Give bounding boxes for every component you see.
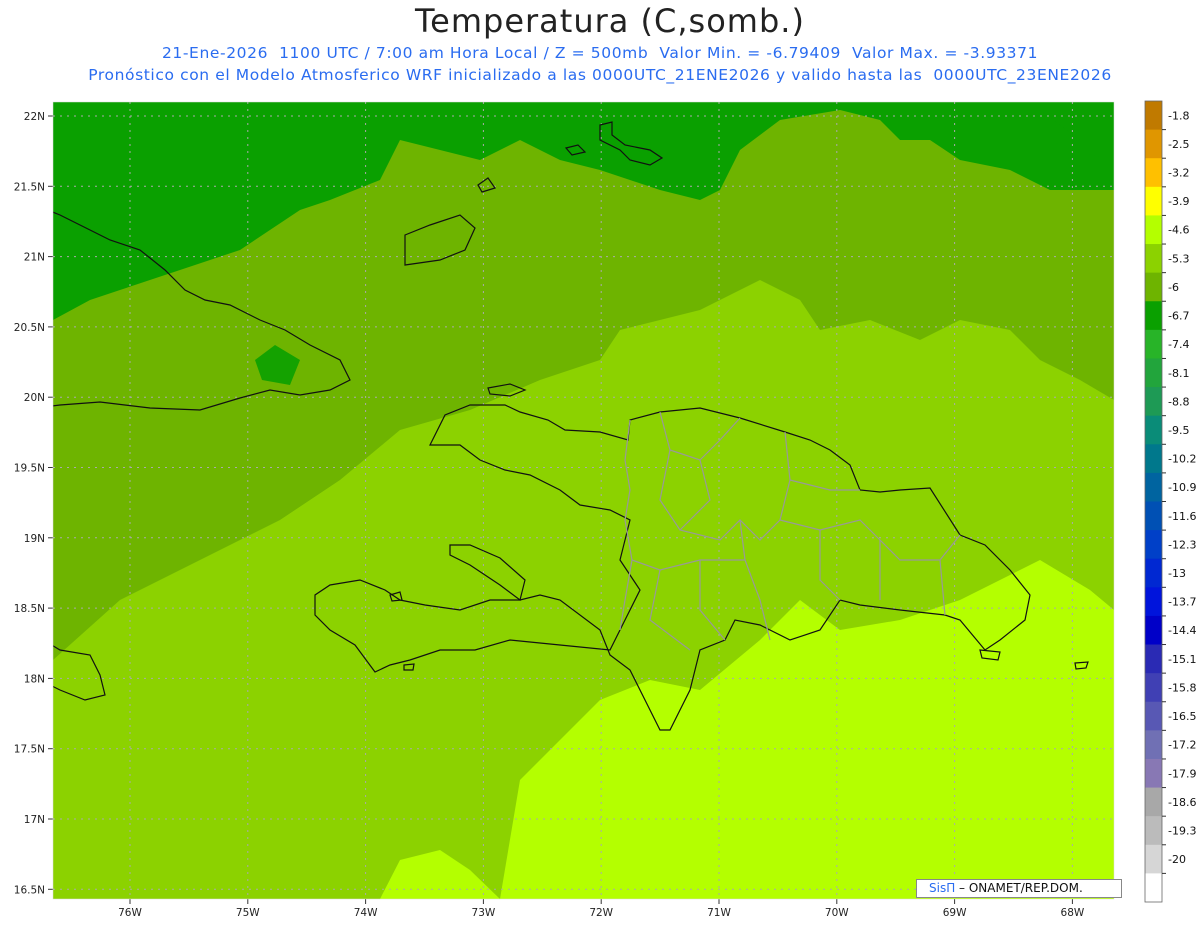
colorbar-segment (1145, 730, 1162, 760)
colorbar-segment (1145, 415, 1162, 445)
colorbar-label: -6 (1168, 281, 1179, 294)
colorbar-label: -15.8 (1168, 681, 1196, 694)
lon-label: 73W (472, 907, 496, 919)
lon-label: 69W (943, 907, 967, 919)
colorbar-label: -12.3 (1168, 538, 1196, 551)
colorbar-segment (1145, 129, 1162, 159)
longitude-labels: 76W 75W 74W 73W 72W 71W 70W 69W 68W (118, 899, 1085, 919)
colorbar-segment (1145, 501, 1162, 531)
colorbar-segment (1145, 787, 1162, 817)
colorbar-label: -14.4 (1168, 624, 1196, 637)
colorbar-segment (1145, 272, 1162, 302)
colorbar-segment (1145, 673, 1162, 703)
colorbar-label: -18.6 (1168, 796, 1196, 809)
colorbar-segment (1145, 558, 1162, 588)
lat-label: 19.5N (14, 463, 45, 475)
colorbar-segment (1145, 615, 1162, 646)
credit-text: – ONAMET/REP.DOM. (955, 881, 1083, 895)
colorbar-label: -16.5 (1168, 710, 1196, 723)
colorbar-label: -10.2 (1168, 453, 1196, 466)
lat-label: 18.5N (14, 603, 45, 615)
colorbar-label: -13 (1168, 567, 1186, 580)
lat-label: 16.5N (14, 884, 45, 896)
map-figure: 22N 21.5N 21N 20.5N 20N 19.5N 19N 18.5N 18N 17.5N… (14, 100, 1196, 919)
sispi-logo: SisΠ (929, 881, 956, 895)
colorbar-segment (1145, 873, 1162, 903)
colorbar-segment (1145, 644, 1162, 674)
colorbar-label: -17.2 (1168, 739, 1196, 752)
lat-label: 20N (24, 392, 45, 404)
colorbar-label: -3.9 (1168, 195, 1189, 208)
colorbar-label: -20 (1168, 853, 1186, 866)
lat-label: 17.5N (14, 744, 45, 756)
lon-label: 72W (589, 907, 613, 919)
colorbar-label: -15.1 (1168, 653, 1196, 666)
lat-label: 20.5N (14, 322, 45, 334)
colorbar: -1.8 -2.5 -3.2 -3.9 -4.6 -5.3 -6 -6.7 -7.4 -8.1 -8… (1144, 100, 1196, 903)
colorbar-label: -7.4 (1168, 338, 1189, 351)
colorbar-label: -2.5 (1168, 138, 1189, 151)
colorbar-segment (1145, 587, 1162, 617)
colorbar-segment (1145, 444, 1162, 474)
colorbar-segment (1145, 301, 1162, 331)
colorbar-segment (1145, 186, 1162, 216)
colorbar-label: -11.6 (1168, 510, 1196, 523)
colorbar-label: -4.6 (1168, 224, 1189, 237)
lat-label: 22N (24, 111, 45, 123)
colorbar-label: -8.1 (1168, 367, 1189, 380)
colorbar-segment (1145, 387, 1162, 417)
colorbar-label: -19.3 (1168, 824, 1196, 837)
lat-label: 19N (24, 533, 45, 545)
colorbar-segment (1145, 530, 1162, 560)
colorbar-segment (1145, 816, 1162, 846)
colorbar-segment (1145, 701, 1162, 731)
colorbar-segment (1145, 472, 1162, 502)
colorbar-label: -10.9 (1168, 481, 1196, 494)
colorbar-segment (1145, 358, 1162, 388)
colorbar-segment (1145, 101, 1162, 131)
lat-label: 17N (24, 814, 45, 826)
credit-box: SisΠ – ONAMET/REP.DOM. (916, 879, 1122, 898)
colorbar-label: -13.7 (1168, 596, 1196, 609)
colorbar-segment (1145, 844, 1162, 874)
lon-label: 70W (825, 907, 849, 919)
colorbar-segment (1145, 244, 1162, 274)
colorbar-label: -5.3 (1168, 252, 1189, 265)
colorbar-segment (1145, 758, 1162, 789)
colorbar-label: -1.8 (1168, 109, 1189, 122)
colorbar-label: -3.2 (1168, 167, 1189, 180)
lon-label: 76W (118, 907, 142, 919)
colorbar-label: -9.5 (1168, 424, 1189, 437)
lat-label: 21N (24, 252, 45, 264)
lon-label: 68W (1061, 907, 1085, 919)
lon-label: 71W (707, 907, 731, 919)
colorbar-label: -6.7 (1168, 310, 1189, 323)
colorbar-segment (1145, 158, 1162, 188)
colorbar-segment (1145, 329, 1162, 359)
lat-label: 21.5N (14, 181, 45, 193)
lon-label: 75W (236, 907, 260, 919)
lat-label: 18N (24, 673, 45, 685)
latitude-labels: 22N 21.5N 21N 20.5N 20N 19.5N 19N 18.5N 18N 17.5N… (14, 111, 53, 896)
colorbar-segment (1145, 215, 1162, 245)
colorbar-label: -17.9 (1168, 767, 1196, 780)
colorbar-label: -8.8 (1168, 395, 1189, 408)
lon-label: 74W (354, 907, 378, 919)
